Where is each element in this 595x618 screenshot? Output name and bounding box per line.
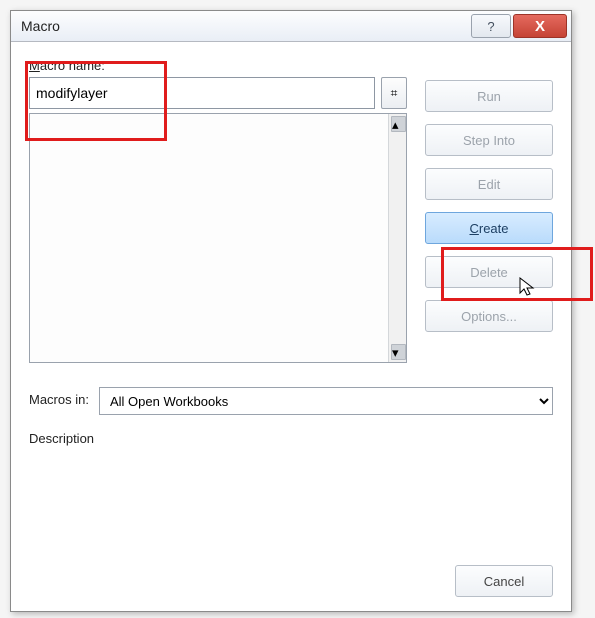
create-button[interactable]: Create [425, 212, 553, 244]
macro-name-input[interactable] [29, 77, 375, 109]
edit-button[interactable]: Edit [425, 168, 553, 200]
titlebar: Macro ? X [11, 11, 571, 42]
options-button[interactable]: Options... [425, 300, 553, 332]
close-button[interactable]: X [513, 14, 567, 38]
run-button[interactable]: Run [425, 80, 553, 112]
close-icon: X [535, 18, 545, 35]
macro-dialog: Macro ? X Macro name: ⌗ ▴ ▾ [10, 10, 572, 612]
step-into-button[interactable]: Step Into [425, 124, 553, 156]
help-button[interactable]: ? [471, 14, 511, 38]
macro-picker-button[interactable]: ⌗ [381, 77, 407, 109]
dialog-title: Macro [21, 18, 60, 34]
description-label: Description [29, 431, 553, 446]
macro-name-label: Macro name: [29, 58, 407, 73]
help-icon: ? [487, 19, 494, 34]
scroll-down-icon[interactable]: ▾ [391, 344, 406, 360]
macros-in-dropdown[interactable]: All Open Workbooks [99, 387, 553, 415]
macros-in-label: Macros in: [29, 392, 89, 407]
delete-button[interactable]: Delete [425, 256, 553, 288]
cancel-button[interactable]: Cancel [455, 565, 553, 597]
grid-icon: ⌗ [391, 86, 398, 101]
scrollbar[interactable]: ▴ ▾ [388, 114, 406, 362]
scroll-up-icon[interactable]: ▴ [391, 116, 406, 132]
macro-listbox[interactable]: ▴ ▾ [29, 113, 407, 363]
